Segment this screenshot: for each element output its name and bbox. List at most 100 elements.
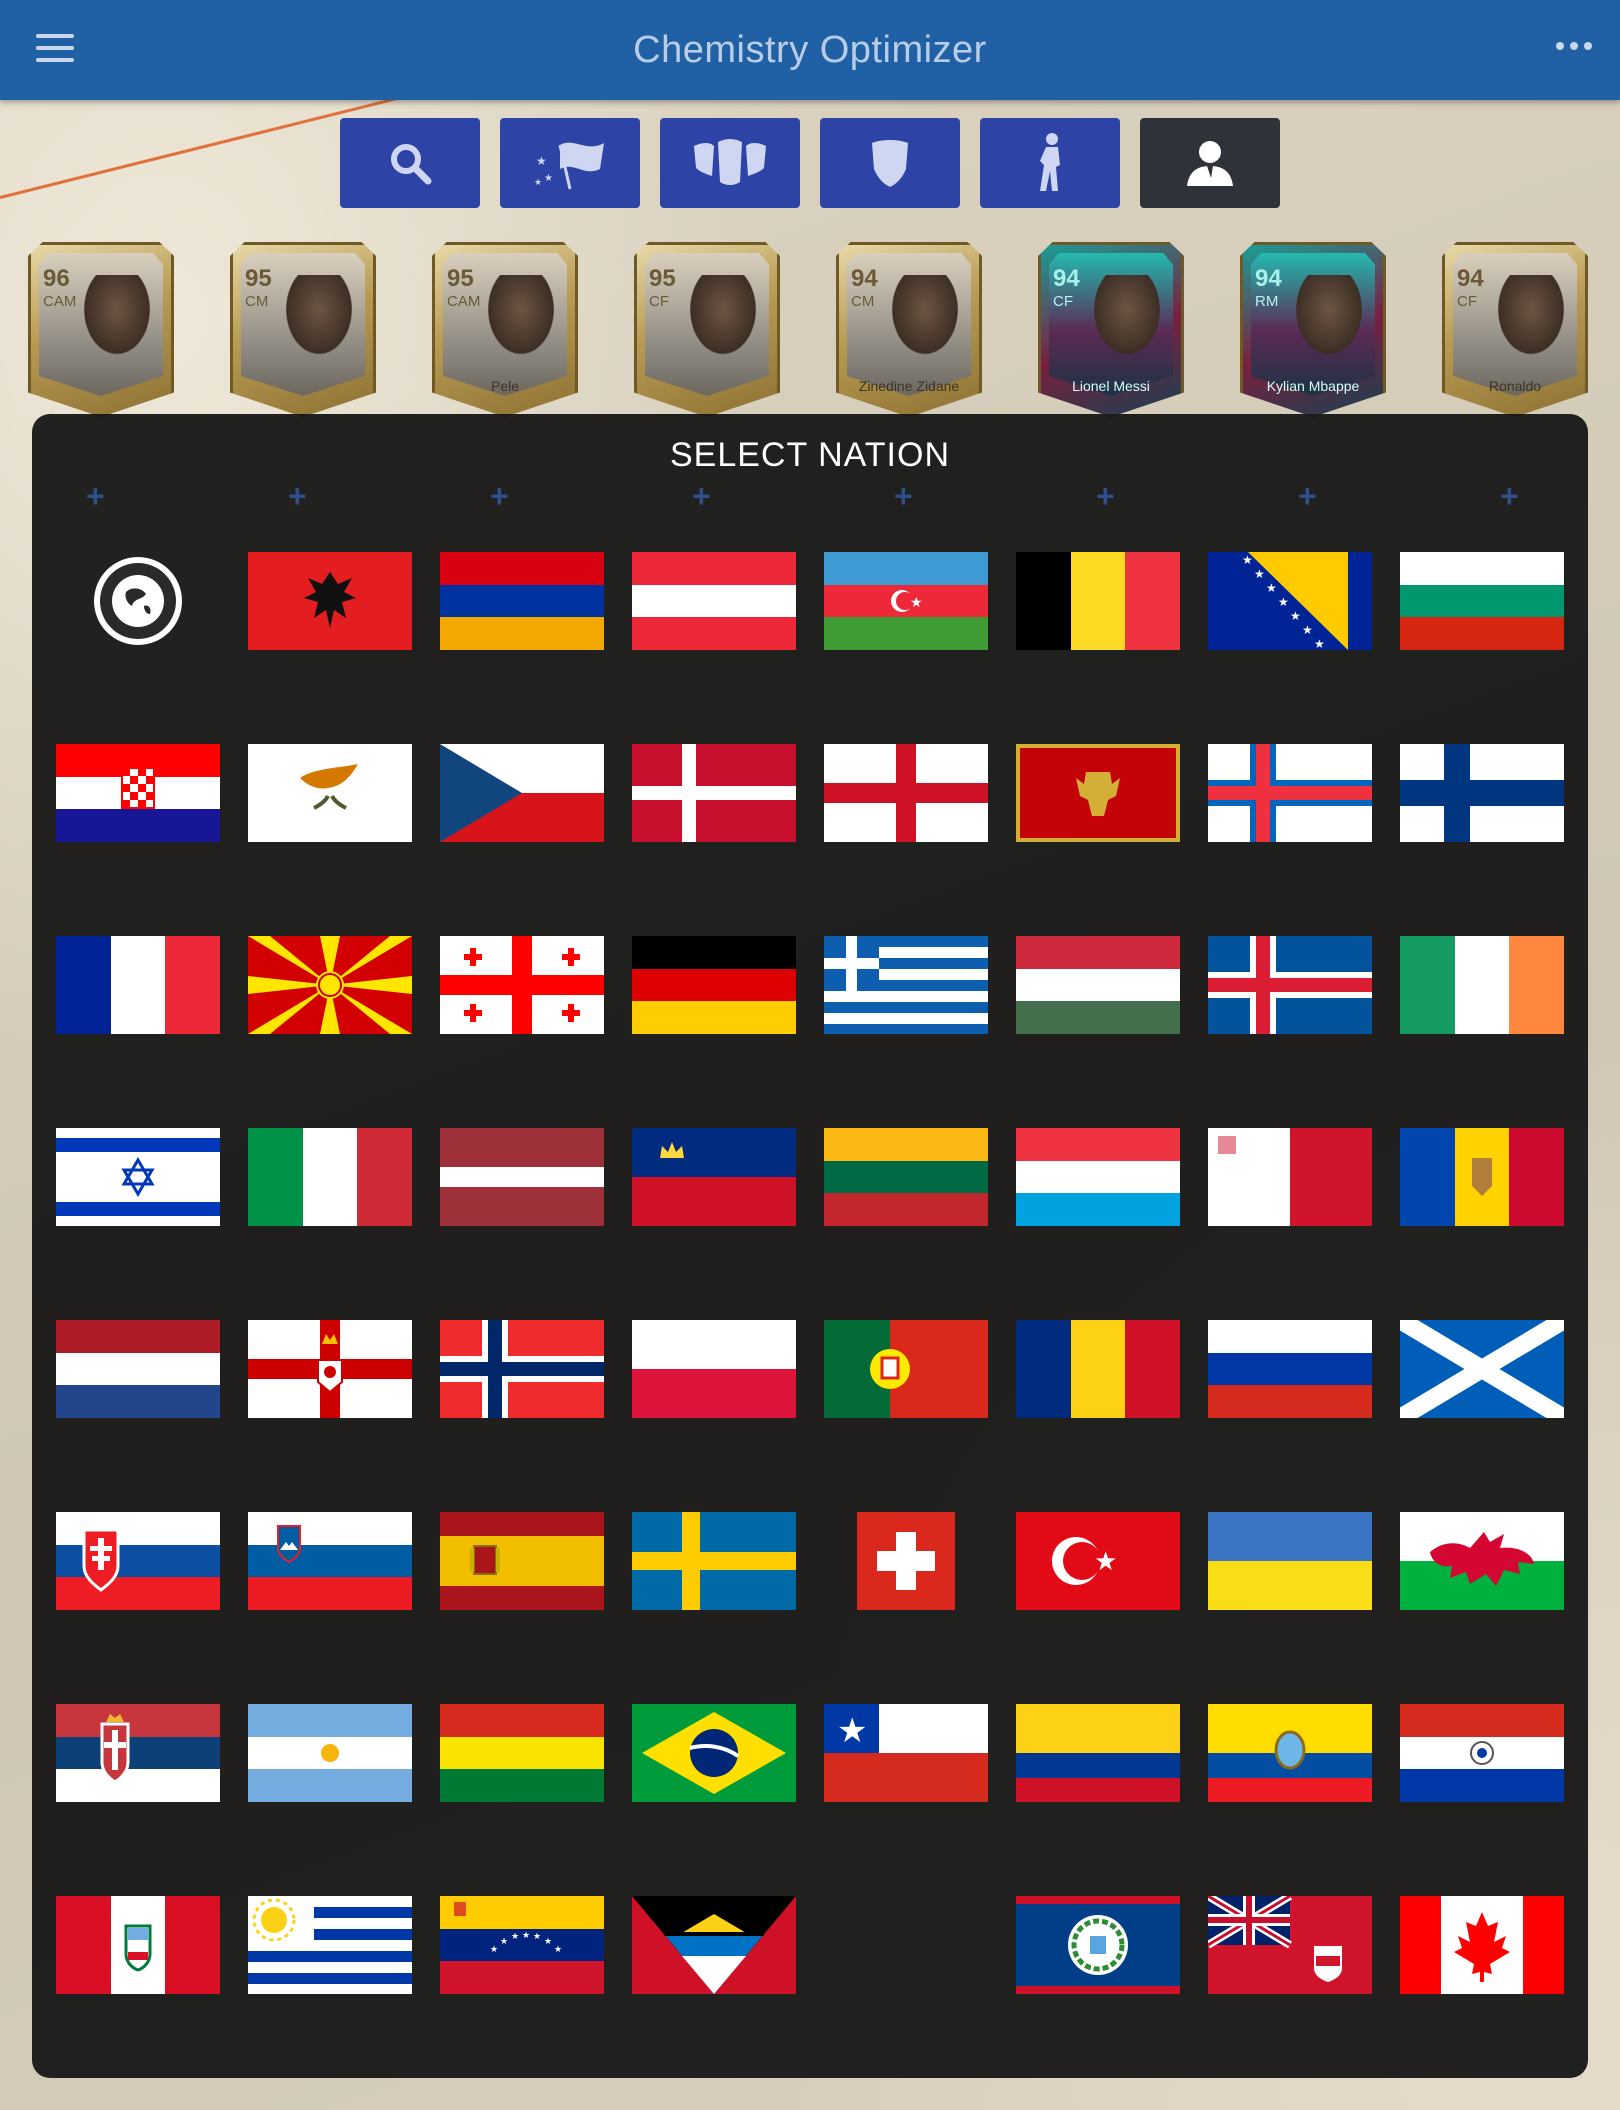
flag-luxembourg[interactable]	[1016, 1128, 1180, 1226]
flag-montenegro[interactable]	[1016, 744, 1180, 842]
svg-text:★: ★	[490, 1944, 498, 1954]
player-card[interactable]: 94 CF Lionel Messi	[1038, 242, 1184, 417]
flag-chile[interactable]: ★	[824, 1704, 988, 1802]
club-shield-icon	[872, 140, 908, 187]
flag-argentina[interactable]	[248, 1704, 412, 1802]
add-slot-icon: +	[692, 478, 711, 514]
flag-romania[interactable]	[1016, 1320, 1180, 1418]
flag-turkey[interactable]: ★	[1016, 1512, 1180, 1610]
flag-germany[interactable]	[632, 936, 796, 1034]
flag-republic-of-ireland[interactable]	[1400, 936, 1564, 1034]
menu-icon[interactable]	[36, 34, 74, 62]
svg-text:★: ★	[511, 1931, 519, 1941]
card-position: CM	[851, 293, 875, 310]
position-filter-button[interactable]	[980, 118, 1120, 208]
flag-russia[interactable]	[1208, 1320, 1372, 1418]
flag-rest-of-world[interactable]	[56, 552, 220, 650]
card-name: Lionel Messi	[1072, 378, 1150, 394]
flag-bosnia-and-herzegovina[interactable]: ★ ★ ★ ★ ★ ★ ★	[1208, 552, 1372, 650]
flag-italy[interactable]	[248, 1128, 412, 1226]
player-card[interactable]: 94 CF Ronaldo	[1442, 242, 1588, 417]
league-filter-button[interactable]	[660, 118, 800, 208]
player-card[interactable]: 94 CM Zinedine Zidane	[836, 242, 982, 417]
flag-venezuela[interactable]: ★ ★ ★ ★ ★ ★ ★	[440, 1896, 604, 1994]
player-card[interactable]: 96 CAM	[28, 242, 174, 417]
flag-canada[interactable]	[1400, 1896, 1564, 1994]
flag-north-macedonia[interactable]	[248, 936, 412, 1034]
flag-austria[interactable]	[632, 552, 796, 650]
player-card-strip: 96 CAM 95 CM 95 CAM Pele 95 CF 94 CM Zinedine Z…	[28, 242, 1608, 422]
svg-text:★: ★	[533, 1931, 541, 1941]
flag-croatia[interactable]	[56, 744, 220, 842]
manager-icon	[1187, 141, 1233, 186]
flag-norway[interactable]	[440, 1320, 604, 1418]
world-emblem-icon	[94, 557, 182, 645]
flag-moldova[interactable]	[1400, 1128, 1564, 1226]
flag-antigua-and-barbuda[interactable]	[632, 1896, 796, 1994]
flag-serbia[interactable]	[56, 1704, 220, 1802]
card-name: Ronaldo	[1488, 378, 1542, 394]
flag-northern-ireland[interactable]	[248, 1320, 412, 1418]
nation-filter-button[interactable]: ★ ★ ★	[500, 118, 640, 208]
flag-liechtenstein[interactable]	[632, 1128, 796, 1226]
player-card[interactable]: 95 CM	[230, 242, 376, 417]
flag-slovakia[interactable]	[56, 1512, 220, 1610]
flag-azerbaijan[interactable]: ★	[824, 552, 988, 650]
more-options-icon[interactable]	[1556, 40, 1592, 52]
flag-greece[interactable]	[824, 936, 988, 1034]
club-filter-button[interactable]	[820, 118, 960, 208]
flag-bermuda[interactable]	[1208, 1896, 1372, 1994]
svg-text:★: ★	[1242, 553, 1253, 567]
player-card[interactable]: 95 CAM Pele	[432, 242, 578, 417]
flag-armenia[interactable]	[440, 552, 604, 650]
player-card[interactable]: 94 RM Kylian Mbappe	[1240, 242, 1386, 417]
manager-filter-button[interactable]	[1140, 118, 1280, 208]
flag-paraguay[interactable]	[1400, 1704, 1564, 1802]
flag-malta[interactable]	[1208, 1128, 1372, 1226]
flag-cyprus[interactable]	[248, 744, 412, 842]
flag-sweden[interactable]	[632, 1512, 796, 1610]
svg-text:★: ★	[522, 1930, 530, 1940]
flag-france[interactable]	[56, 936, 220, 1034]
flag-peru[interactable]	[56, 1896, 220, 1994]
search-filter-button[interactable]	[340, 118, 480, 208]
position-player-icon	[1040, 133, 1060, 191]
flag-brazil[interactable]	[632, 1704, 796, 1802]
flag-faroe-islands[interactable]	[1208, 744, 1372, 842]
flag-bolivia[interactable]	[440, 1704, 604, 1802]
flag-finland[interactable]	[1400, 744, 1564, 842]
modal-title: SELECT NATION	[669, 436, 951, 474]
card-rating: 96	[43, 265, 70, 292]
flag-israel[interactable]	[56, 1128, 220, 1226]
card-rating: 95	[649, 265, 676, 292]
flag-slovenia[interactable]	[248, 1512, 412, 1610]
flag-portugal[interactable]	[824, 1320, 988, 1418]
flag-ecuador[interactable]	[1208, 1704, 1372, 1802]
flag-poland[interactable]	[632, 1320, 796, 1418]
flag-denmark[interactable]	[632, 744, 796, 842]
svg-text:★: ★	[554, 1944, 562, 1954]
flag-netherlands[interactable]	[56, 1320, 220, 1418]
flag-hungary[interactable]	[1016, 936, 1180, 1034]
flag-belize[interactable]	[1016, 1896, 1180, 1994]
flag-ukraine[interactable]	[1208, 1512, 1372, 1610]
flag-colombia[interactable]	[1016, 1704, 1180, 1802]
flag-czech-republic[interactable]	[440, 744, 604, 842]
flag-spain[interactable]	[440, 1512, 604, 1610]
player-card[interactable]: 95 CF	[634, 242, 780, 417]
flag-england[interactable]	[824, 744, 988, 842]
flag-iceland[interactable]	[1208, 936, 1372, 1034]
card-name: Kylian Mbappe	[1266, 378, 1360, 394]
flag-switzerland[interactable]	[824, 1512, 988, 1610]
flag-georgia[interactable]	[440, 936, 604, 1034]
flag-uruguay[interactable]	[248, 1896, 412, 1994]
flag-latvia[interactable]	[440, 1128, 604, 1226]
svg-text:★: ★	[1290, 609, 1301, 623]
flag-wales[interactable]	[1400, 1512, 1564, 1610]
flag-scotland[interactable]	[1400, 1320, 1564, 1418]
flag-lithuania[interactable]	[824, 1128, 988, 1226]
flag-bulgaria[interactable]	[1400, 552, 1564, 650]
filter-toolbar: ★ ★ ★	[340, 118, 1280, 208]
flag-albania[interactable]	[248, 552, 412, 650]
flag-belgium[interactable]	[1016, 552, 1180, 650]
